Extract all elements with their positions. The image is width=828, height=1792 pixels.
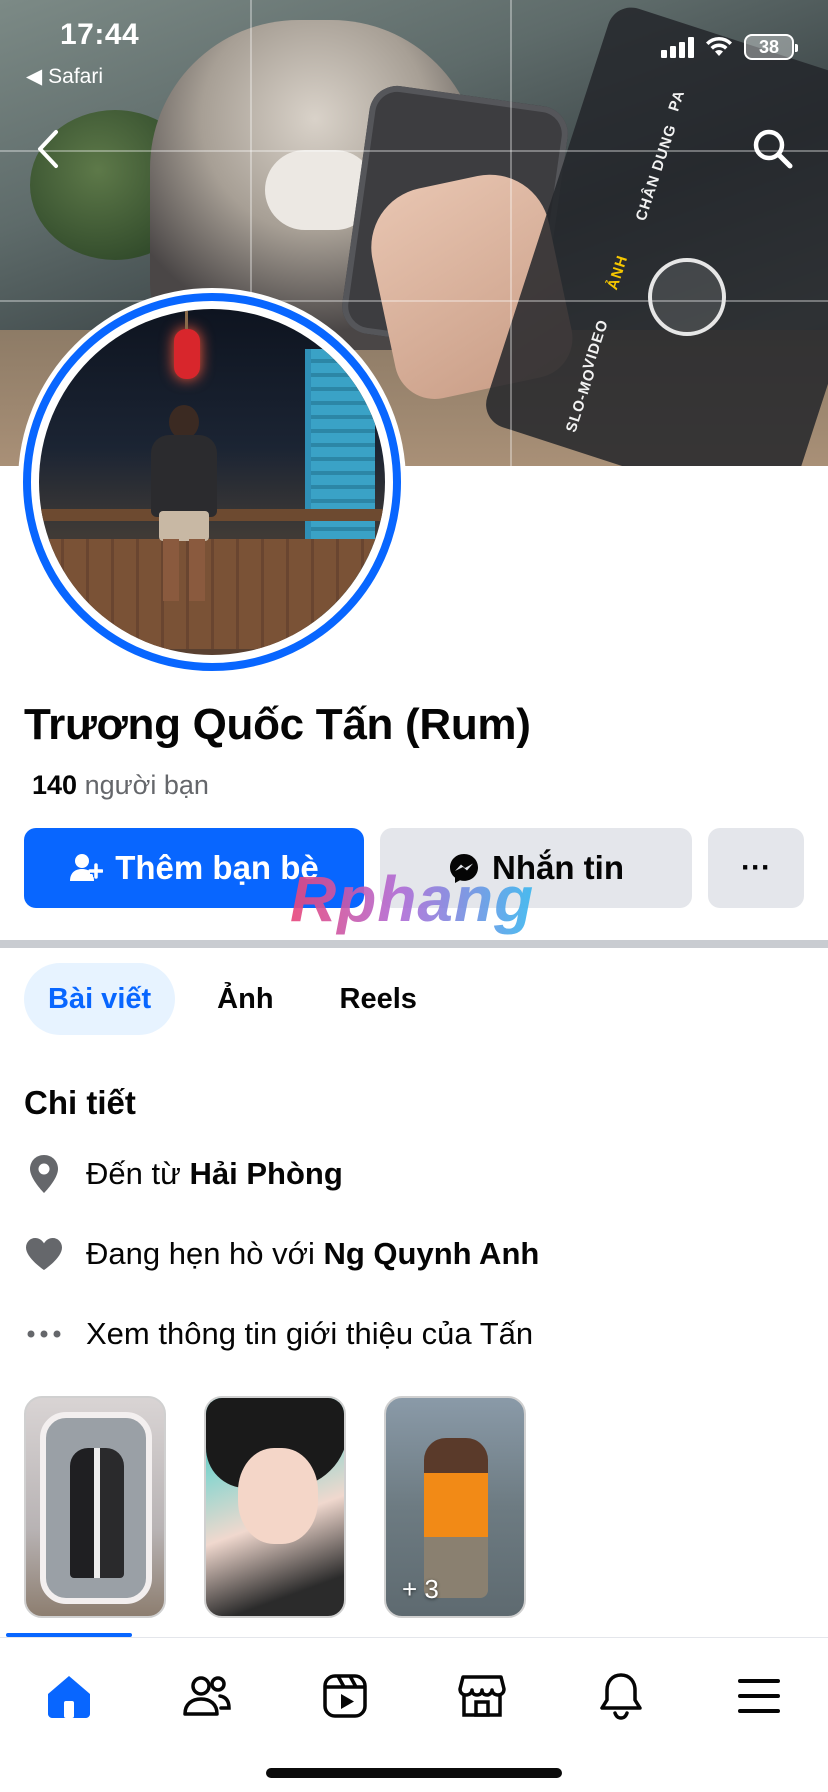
friend-count: 140 <box>32 770 78 800</box>
bell-icon <box>600 1673 642 1720</box>
cover-shutter-button <box>648 258 726 336</box>
tab-posts[interactable]: Bài viết <box>24 963 176 1035</box>
avatar-photo <box>39 309 385 655</box>
add-friend-icon <box>70 854 104 881</box>
friends-icon <box>183 1676 231 1716</box>
profile-name: Trương Quốc Tấn (Rum) <box>24 700 531 749</box>
search-icon[interactable] <box>748 124 798 174</box>
wifi-icon <box>706 36 732 56</box>
featured-item[interactable] <box>24 1396 166 1618</box>
ellipsis-icon <box>24 1314 64 1354</box>
detail-hometown-text: Đến từ Hải Phòng <box>86 1156 343 1192</box>
add-friend-label: Thêm bạn bè <box>115 849 319 886</box>
hometown-value[interactable]: Hải Phòng <box>189 1156 342 1191</box>
detail-relationship: Đang hẹn hò với Ng Quynh Anh <box>24 1234 539 1274</box>
featured-face <box>238 1448 318 1544</box>
avatar-person-head <box>169 405 199 439</box>
nav-video[interactable] <box>315 1666 375 1726</box>
watermark: Rphang <box>290 863 535 935</box>
friend-count-link[interactable]: 140 người bạn <box>32 770 209 801</box>
avatar-person-shorts <box>159 511 209 541</box>
more-options-button[interactable]: ··· <box>708 828 804 908</box>
avatar-story-ring <box>23 293 401 671</box>
bottom-navigation <box>0 1637 828 1792</box>
relationship-partner[interactable]: Ng Quynh Anh <box>324 1236 540 1271</box>
tab-reels[interactable]: Reels <box>316 963 441 1035</box>
safari-back-link[interactable]: ◀ Safari <box>26 64 103 89</box>
video-icon <box>323 1674 367 1718</box>
cover-grid-line <box>510 0 512 466</box>
featured-item[interactable]: + 3 <box>384 1396 526 1618</box>
detail-hometown: Đến từ Hải Phòng <box>24 1154 343 1194</box>
details-heading: Chi tiết <box>24 1084 136 1121</box>
avatar-deck <box>39 539 385 649</box>
marketplace-icon <box>458 1675 506 1717</box>
nav-friends[interactable] <box>177 1666 237 1726</box>
menu-icon <box>738 1679 780 1713</box>
featured-more-count: + 3 <box>402 1574 439 1604</box>
back-triangle-icon: ◀ <box>26 65 43 88</box>
section-divider <box>0 940 828 948</box>
profile-tabs: Bài viết Ảnh Reels <box>24 963 441 1035</box>
avatar-lantern <box>174 309 200 379</box>
status-time: 17:44 <box>60 18 140 51</box>
detail-see-about[interactable]: Xem thông tin giới thiệu của Tấn <box>24 1314 533 1354</box>
cover-grid-line <box>0 150 828 152</box>
nav-menu[interactable] <box>729 1666 789 1726</box>
avatar-person-body <box>151 435 217 517</box>
friend-count-label: người bạn <box>84 770 209 800</box>
tab-photos[interactable]: Ảnh <box>193 963 297 1035</box>
more-dots-icon: ··· <box>741 851 771 884</box>
nav-notifications[interactable] <box>591 1666 651 1726</box>
location-pin-icon <box>24 1154 64 1194</box>
relationship-prefix: Đang hẹn hò với <box>86 1236 315 1271</box>
signal-icon <box>661 36 694 58</box>
hometown-prefix: Đến từ <box>86 1156 181 1191</box>
see-about-label: Xem thông tin giới thiệu của Tấn <box>86 1316 534 1351</box>
nav-marketplace[interactable] <box>452 1666 512 1726</box>
featured-couple <box>70 1448 124 1578</box>
status-indicators: 38 <box>661 34 798 60</box>
featured-item[interactable] <box>204 1396 346 1618</box>
nav-home[interactable] <box>39 1666 99 1726</box>
home-icon <box>48 1676 90 1718</box>
heart-icon <box>24 1234 64 1274</box>
back-chevron-icon[interactable] <box>30 126 66 172</box>
home-indicator <box>266 1768 562 1778</box>
profile-avatar[interactable] <box>18 288 406 676</box>
detail-relationship-text: Đang hẹn hò với Ng Quynh Anh <box>86 1236 539 1272</box>
battery-icon: 38 <box>744 34 798 60</box>
safari-back-label: Safari <box>48 64 104 88</box>
avatar-person-legs <box>163 539 205 601</box>
